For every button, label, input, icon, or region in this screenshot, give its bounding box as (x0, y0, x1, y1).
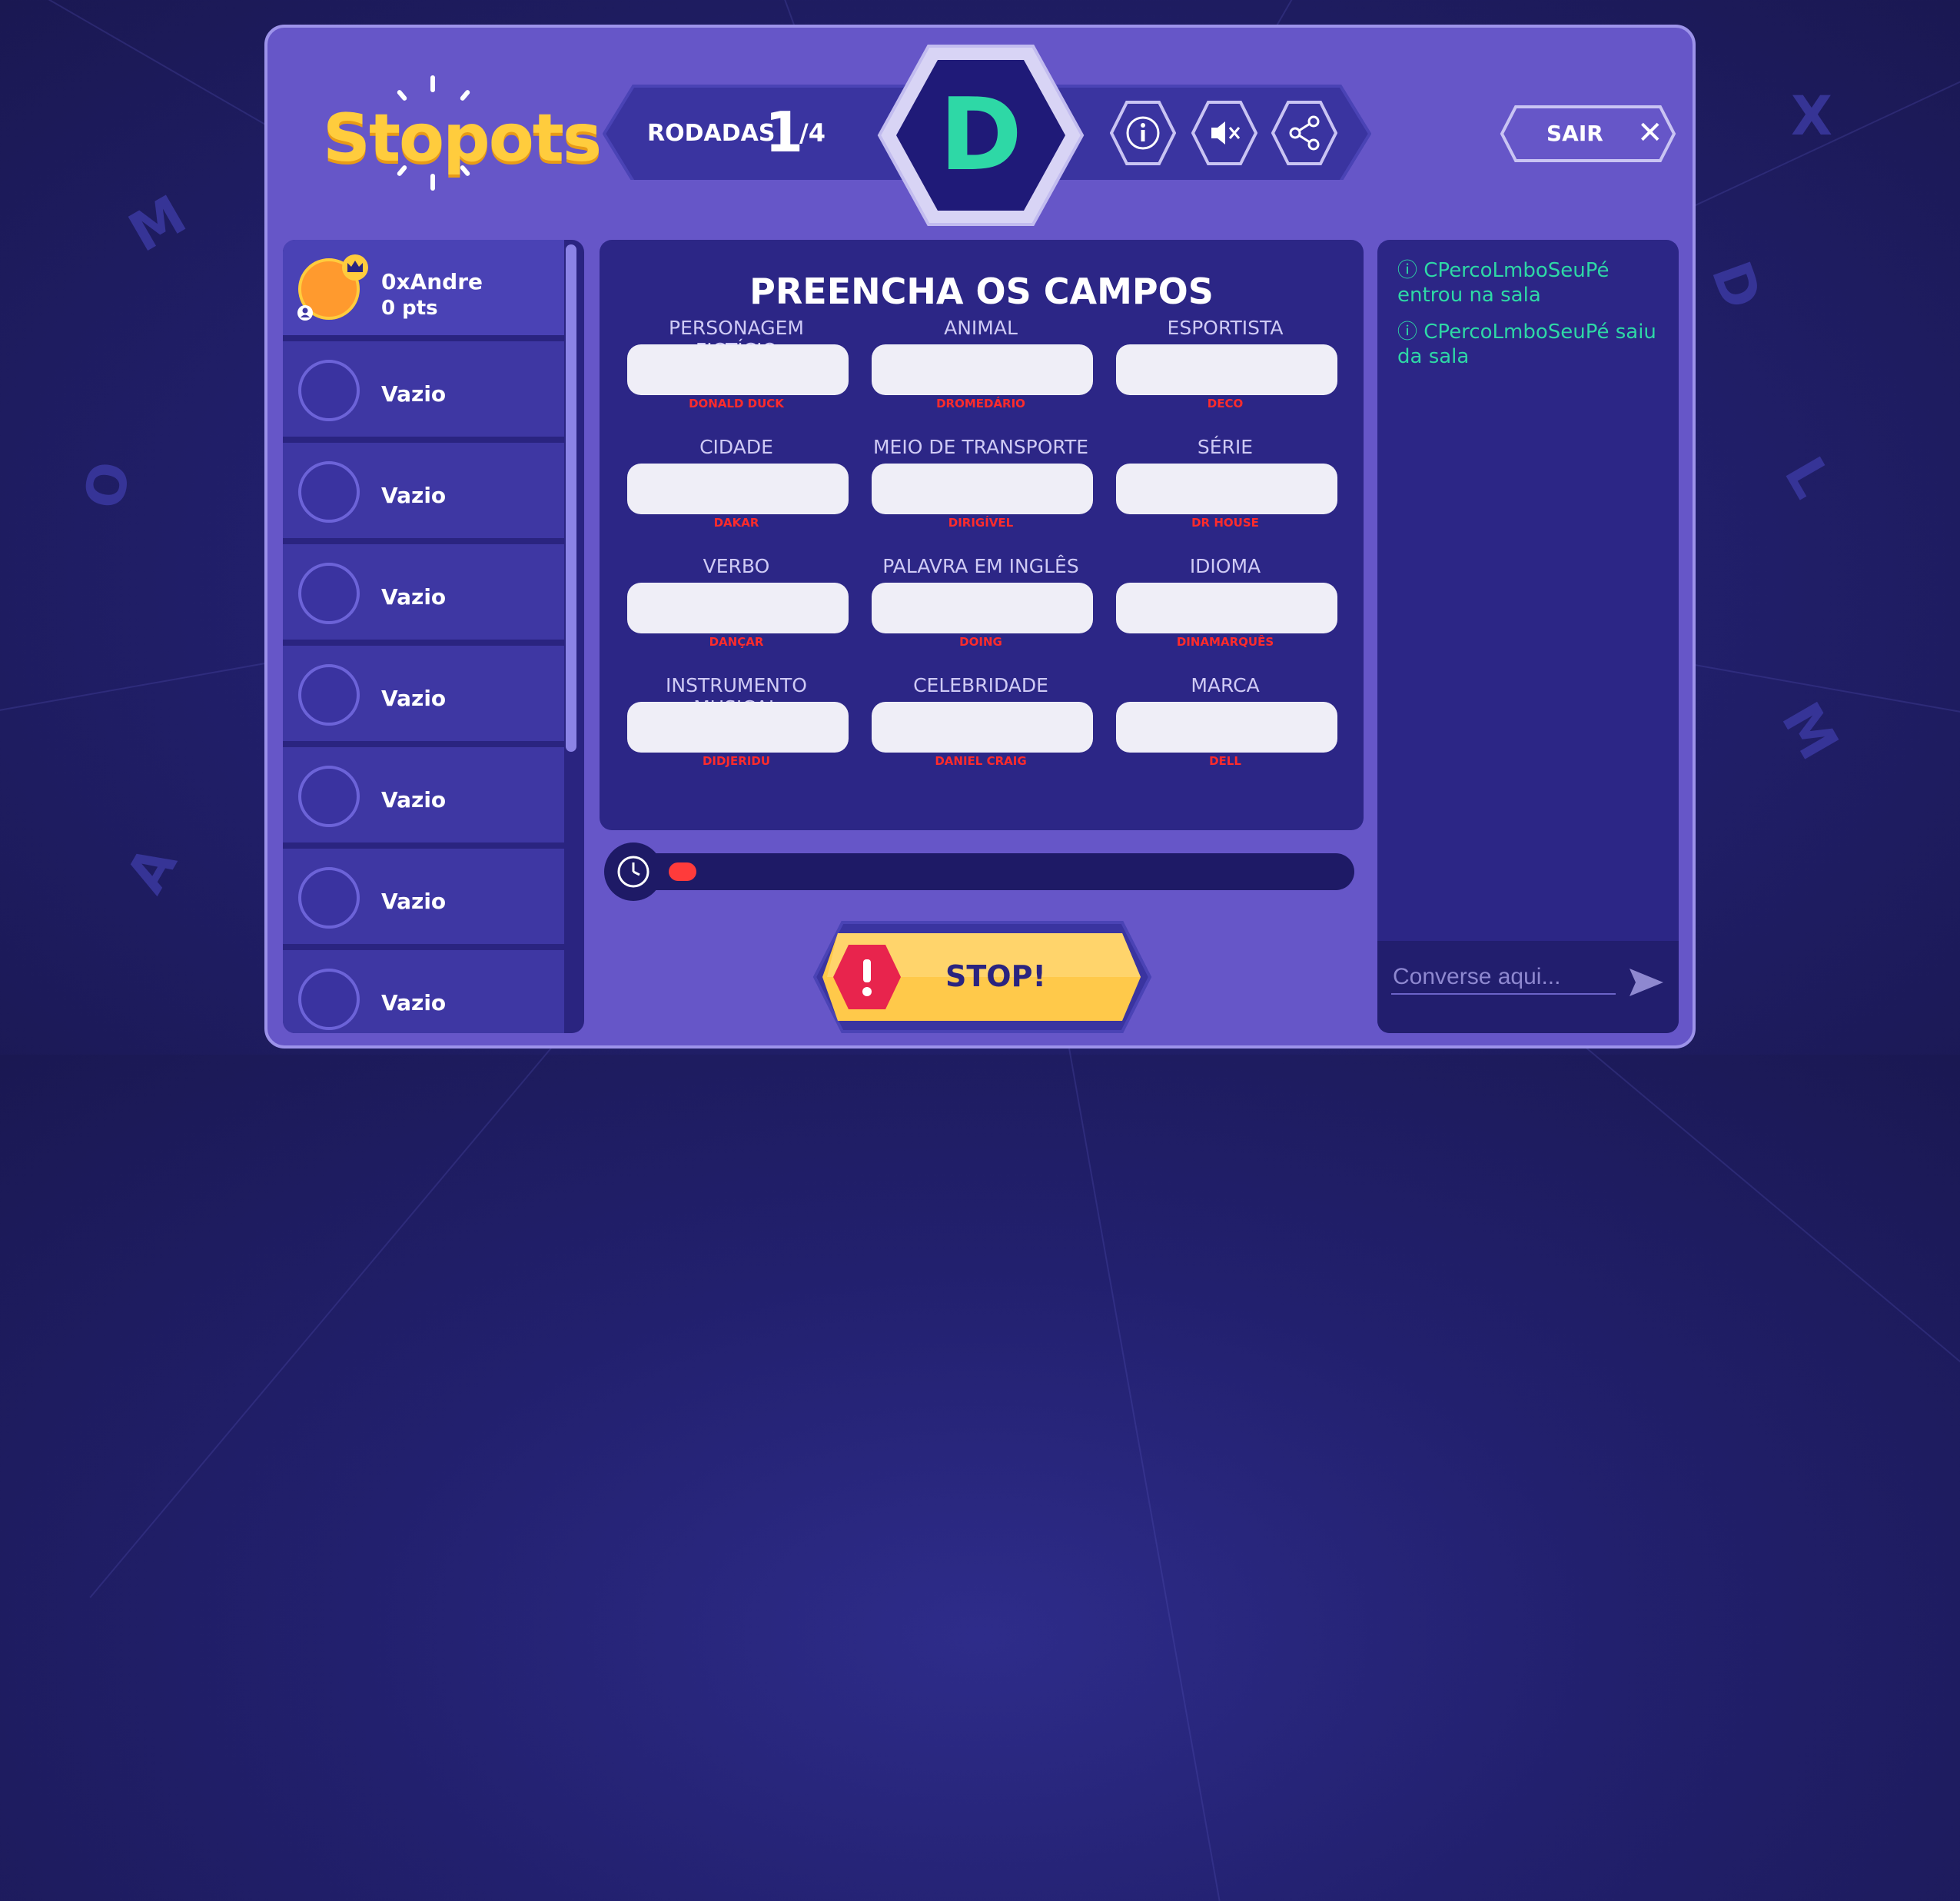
answer-input[interactable] (627, 702, 849, 753)
answer-input[interactable] (872, 344, 1093, 395)
chat-message: ⓘ CPercoLmboSeuPé saiu da sala (1397, 320, 1666, 369)
field-hint: DOING (959, 635, 1002, 649)
player-name: Vazio (381, 787, 447, 813)
chat-user: CPercoLmboSeuPé (1423, 321, 1610, 344)
field-hint: DIDJERIDU (702, 754, 771, 768)
player-row: Vazio (283, 849, 564, 947)
field-label: IDIOMA (1189, 555, 1261, 577)
info-icon[interactable] (1110, 100, 1176, 166)
exit-label: SAIR (1546, 121, 1603, 146)
player-row: 0xAndre 0 pts (283, 240, 564, 338)
logo: Stopots (323, 75, 602, 192)
answer-input[interactable] (872, 583, 1093, 633)
avatar (298, 563, 360, 624)
answer-input[interactable] (872, 464, 1093, 514)
round-letter: D (939, 76, 1022, 193)
field-label: CELEBRIDADE (913, 674, 1048, 696)
answer-input[interactable] (1116, 464, 1337, 514)
alert-icon (833, 945, 901, 1009)
player-list-scrollbar[interactable] (566, 244, 576, 752)
timer-track (615, 853, 1354, 890)
chat-user: CPercoLmboSeuPé (1423, 259, 1610, 282)
player-name: Vazio (381, 990, 447, 1015)
field-hint: DIRIGÍVEL (948, 516, 1014, 530)
field-hint: DINAMARQUÊS (1176, 635, 1274, 649)
field-hint: DAKAR (713, 516, 759, 530)
chat-action: entrou na sala (1397, 284, 1541, 307)
avatar (298, 360, 360, 421)
answer-input[interactable] (627, 344, 849, 395)
field-hint: DROMEDÁRIO (936, 397, 1025, 410)
timer-progress (669, 862, 696, 881)
player-name: Vazio (381, 686, 447, 711)
avatar (298, 664, 360, 726)
close-icon: ✕ (1637, 115, 1663, 151)
answer-input[interactable] (627, 583, 849, 633)
player-name: Vazio (381, 889, 447, 914)
answer-input[interactable] (1116, 702, 1337, 753)
field-hint: DANÇAR (709, 635, 764, 649)
player-name: 0xAndre (381, 269, 483, 294)
avatar (298, 867, 360, 929)
field-hint: DECO (1207, 397, 1244, 410)
player-row: Vazio (283, 443, 564, 541)
user-icon (297, 305, 313, 321)
info-icon: ⓘ (1397, 321, 1418, 344)
stop-label: STOP! (945, 959, 1046, 993)
player-row: Vazio (283, 341, 564, 440)
player-row: Vazio (283, 950, 564, 1033)
avatar (298, 461, 360, 523)
field-label: ANIMAL (944, 317, 1018, 339)
player-points: 0 pts (381, 297, 438, 320)
send-icon[interactable] (1628, 965, 1665, 999)
mute-icon[interactable] (1191, 100, 1257, 166)
avatar (298, 766, 360, 827)
chat-panel: ⓘ CPercoLmboSeuPé entrou na sala ⓘ CPerc… (1377, 240, 1679, 1033)
field-hint: DONALD DUCK (689, 397, 784, 410)
form-title: PREENCHA OS CAMPOS (749, 271, 1214, 312)
logo-text: Stopots (323, 100, 602, 177)
field-label: SÉRIE (1197, 436, 1254, 458)
avatar (298, 969, 360, 1030)
answer-input[interactable] (627, 464, 849, 514)
field-label: VERBO (703, 555, 770, 577)
player-list: 0xAndre 0 pts Vazio Vazio Vazio Vazio Va… (283, 240, 584, 1033)
answer-input[interactable] (1116, 344, 1337, 395)
info-icon: ⓘ (1397, 259, 1418, 282)
clock-icon (617, 856, 649, 888)
round-current: 1 (765, 100, 804, 165)
player-name: Vazio (381, 483, 447, 508)
player-row: Vazio (283, 646, 564, 744)
round-total: /4 (799, 118, 826, 148)
field-label: CIDADE (699, 436, 773, 458)
player-name: Vazio (381, 381, 447, 407)
field-hint: DR HOUSE (1191, 516, 1259, 530)
rounds-label: RODADAS (647, 120, 776, 147)
player-row: Vazio (283, 544, 564, 643)
answer-input[interactable] (872, 702, 1093, 753)
chat-message: ⓘ CPercoLmboSeuPé entrou na sala (1397, 258, 1666, 307)
player-row: Vazio (283, 747, 564, 846)
field-hint: DANIEL CRAIG (935, 754, 1027, 768)
answer-input[interactable] (1116, 583, 1337, 633)
field-label: ESPORTISTA (1167, 317, 1284, 339)
field-label: PALAVRA EM INGLÊS (882, 555, 1079, 577)
crown-icon (342, 254, 368, 281)
field-hint: DELL (1209, 754, 1241, 768)
field-label: MARCA (1191, 674, 1260, 696)
player-name: Vazio (381, 584, 447, 610)
field-label: MEIO DE TRANSPORTE (872, 436, 1089, 458)
share-icon[interactable] (1271, 100, 1337, 166)
chat-input[interactable] (1391, 961, 1616, 995)
